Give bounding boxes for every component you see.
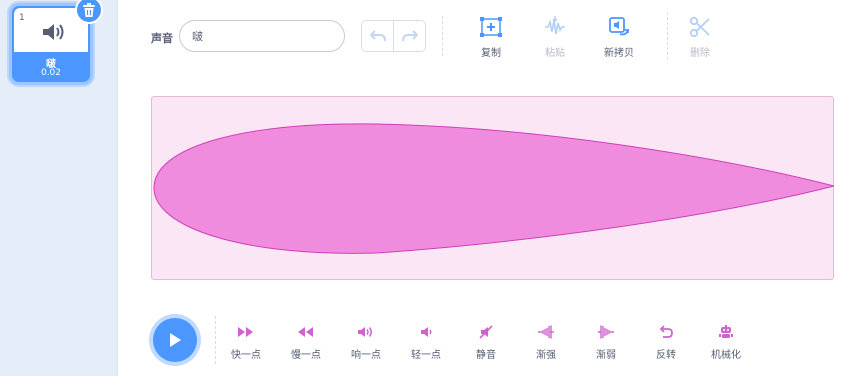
effect-faster-label: 快一点 — [231, 350, 261, 361]
redo-button[interactable] — [393, 21, 425, 51]
effect-louder-button[interactable]: 响一点 — [341, 325, 391, 361]
trash-icon — [83, 2, 95, 17]
slower-icon — [298, 327, 313, 337]
effect-slower-button[interactable]: 慢一点 — [281, 325, 331, 361]
sound-item[interactable]: 1 啵 0.02 — [9, 0, 103, 85]
mute-icon — [479, 325, 493, 339]
copy-label: 复制 — [481, 48, 501, 59]
play-button[interactable] — [153, 318, 197, 362]
reverse-icon — [659, 325, 673, 338]
effect-slower-label: 慢一点 — [291, 350, 321, 361]
toolbar-divider — [667, 12, 668, 60]
sound-name-label: 声音 — [151, 32, 173, 45]
effect-louder-label: 响一点 — [351, 350, 381, 361]
robot-icon — [719, 325, 733, 338]
sound-name-input[interactable] — [179, 20, 345, 52]
delete-label: 删除 — [690, 48, 710, 59]
effect-mute-button[interactable]: 静音 — [461, 325, 511, 361]
effect-fade-out-button[interactable]: 渐弱 — [581, 325, 631, 361]
new-copy-button[interactable]: 新拷贝 — [594, 16, 644, 59]
undo-redo-group — [361, 20, 426, 52]
redo-icon — [401, 30, 418, 42]
waveform — [153, 123, 835, 254]
faster-icon — [238, 327, 253, 337]
scissors-icon — [689, 16, 710, 38]
fade-out-icon — [598, 325, 614, 339]
softer-icon — [421, 327, 432, 337]
delete-button[interactable]: 删除 — [675, 16, 725, 59]
sound-editor: 1 啵 0.02 声音 啵 复制 粘贴 新拷贝 删除 快一点 慢一点 响一点 轻… — [0, 0, 847, 376]
undo-button[interactable] — [362, 21, 393, 51]
new-copy-icon — [609, 17, 629, 36]
effect-softer-button[interactable]: 轻一点 — [401, 325, 451, 361]
effect-robot-button[interactable]: 机械化 — [701, 325, 751, 361]
delete-sound-button[interactable] — [75, 0, 103, 24]
copy-icon — [480, 17, 502, 37]
effects-divider — [215, 316, 216, 364]
effect-fade-out-label: 渐弱 — [596, 350, 616, 361]
effect-softer-label: 轻一点 — [411, 350, 441, 361]
sound-list: 1 啵 0.02 — [0, 0, 118, 376]
effect-reverse-button[interactable]: 反转 — [641, 325, 691, 361]
copy-button[interactable]: 复制 — [466, 16, 516, 59]
effect-faster-button[interactable]: 快一点 — [221, 325, 271, 361]
sound-duration: 0.02 — [40, 68, 62, 78]
new-copy-label: 新拷贝 — [604, 48, 634, 59]
effect-reverse-label: 反转 — [656, 350, 676, 361]
fade-in-icon — [538, 325, 554, 339]
sound-index: 1 — [19, 13, 25, 23]
play-icon — [170, 333, 181, 347]
waveform-canvas[interactable] — [151, 96, 835, 280]
louder-icon — [358, 327, 372, 337]
paste-button[interactable]: 粘贴 — [530, 16, 580, 59]
paste-icon — [545, 16, 565, 35]
effect-mute-label: 静音 — [476, 350, 496, 361]
effect-fade-in-label: 渐强 — [536, 350, 556, 361]
effect-robot-label: 机械化 — [711, 350, 741, 361]
effect-fade-in-button[interactable]: 渐强 — [521, 325, 571, 361]
undo-icon — [369, 30, 386, 42]
toolbar-divider — [442, 16, 443, 56]
paste-label: 粘贴 — [545, 48, 565, 59]
speaker-icon — [43, 24, 64, 40]
